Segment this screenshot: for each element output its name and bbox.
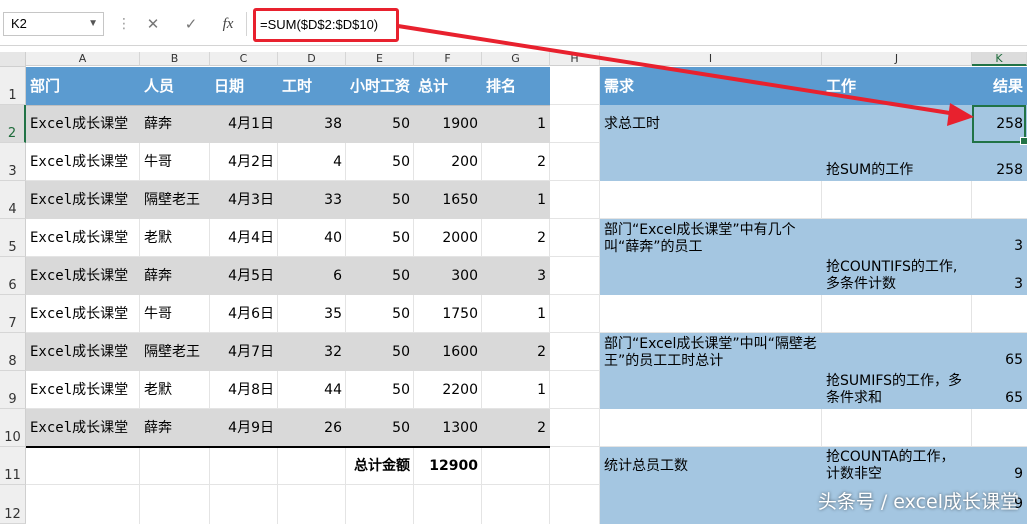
watermark: 头条号 / excel成长课堂 (817, 491, 1019, 513)
annotation-arrow (396, 24, 974, 126)
